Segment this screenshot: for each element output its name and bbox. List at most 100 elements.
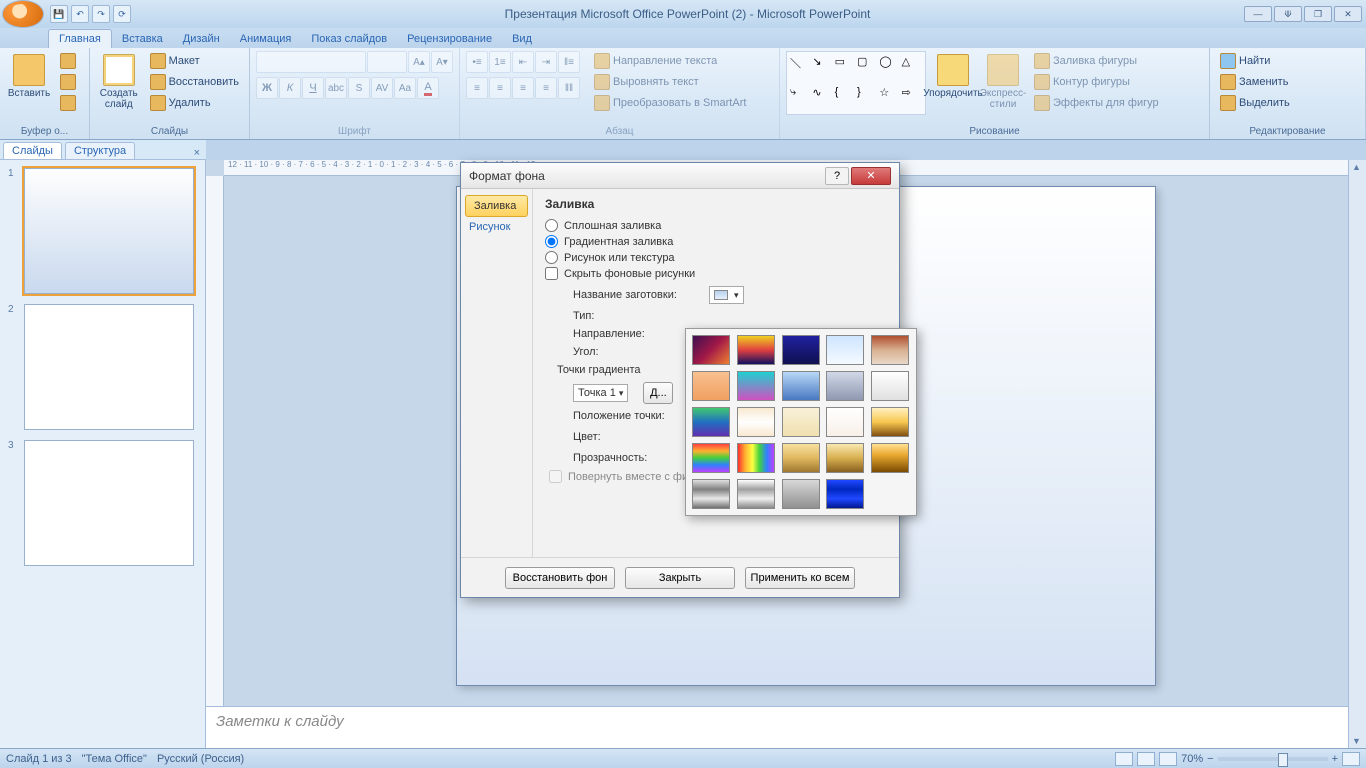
zoom-level[interactable]: 70%: [1181, 753, 1203, 765]
vertical-scrollbar[interactable]: [1348, 160, 1366, 748]
underline-button[interactable]: Ч: [302, 77, 324, 99]
gradient-preset-11[interactable]: [692, 407, 730, 437]
gradient-preset-13[interactable]: [782, 407, 820, 437]
gradient-preset-12[interactable]: [737, 407, 775, 437]
line-spacing-button[interactable]: ‖≡: [558, 51, 580, 73]
preset-dropdown[interactable]: [709, 286, 744, 304]
shrink-font-button[interactable]: A▾: [431, 51, 453, 73]
select-button[interactable]: Выделить: [1216, 93, 1294, 113]
gradient-preset-24[interactable]: [826, 479, 864, 509]
columns-button[interactable]: ‖‖: [558, 77, 580, 99]
new-slide-button[interactable]: Создать слайд: [96, 51, 142, 119]
opt-solid-radio[interactable]: [545, 219, 558, 232]
slide-thumbnail-2[interactable]: [24, 304, 194, 430]
align-center-button[interactable]: ≡: [489, 77, 511, 99]
tab-insert[interactable]: Вставка: [112, 30, 173, 48]
slide-thumbnail-3[interactable]: [24, 440, 194, 566]
shape-outline-button[interactable]: Контур фигуры: [1030, 72, 1163, 92]
gradient-preset-9[interactable]: [826, 371, 864, 401]
gradient-preset-15[interactable]: [871, 407, 909, 437]
shape-fill-button[interactable]: Заливка фигуры: [1030, 51, 1163, 71]
font-family-dd[interactable]: [256, 51, 366, 73]
tab-view[interactable]: Вид: [502, 30, 542, 48]
opt-hide-checkbox[interactable]: [545, 267, 558, 280]
dialog-help-button[interactable]: ?: [825, 167, 849, 185]
arrange-button[interactable]: Упорядочить: [930, 51, 976, 119]
gradient-preset-10[interactable]: [871, 371, 909, 401]
status-language[interactable]: Русский (Россия): [157, 753, 244, 765]
reset-bg-button[interactable]: Восстановить фон: [505, 567, 615, 589]
panel-close-icon[interactable]: ×: [194, 147, 200, 159]
zoom-in-button[interactable]: +: [1332, 753, 1338, 765]
smartart-button[interactable]: Преобразовать в SmartArt: [590, 93, 750, 113]
dialog-titlebar[interactable]: Формат фона ? ✕: [461, 163, 899, 189]
notes-pane[interactable]: Заметки к слайду: [206, 706, 1348, 748]
panel-tab-slides[interactable]: Слайды: [3, 142, 62, 159]
char-spacing-button[interactable]: AV: [371, 77, 393, 99]
qat-undo-icon[interactable]: ↶: [71, 5, 89, 23]
cut-button[interactable]: [56, 51, 80, 71]
strike-button[interactable]: abc: [325, 77, 347, 99]
gradient-preset-18[interactable]: [782, 443, 820, 473]
justify-button[interactable]: ≡: [535, 77, 557, 99]
gradient-preset-23[interactable]: [782, 479, 820, 509]
dialog-close-button[interactable]: ✕: [851, 167, 891, 185]
reset-button[interactable]: Восстановить: [146, 72, 243, 92]
shadow-button[interactable]: S: [348, 77, 370, 99]
delete-button[interactable]: Удалить: [146, 93, 243, 113]
paste-button[interactable]: Вставить: [6, 51, 52, 119]
gradient-preset-16[interactable]: [692, 443, 730, 473]
gradient-preset-8[interactable]: [782, 371, 820, 401]
gradient-preset-19[interactable]: [826, 443, 864, 473]
gradient-preset-20[interactable]: [871, 443, 909, 473]
opt-gradient-radio[interactable]: [545, 235, 558, 248]
stop-dropdown[interactable]: Точка 1: [573, 384, 628, 402]
close-dialog-button[interactable]: Закрыть: [625, 567, 735, 589]
bullets-button[interactable]: •≡: [466, 51, 488, 73]
bold-button[interactable]: Ж: [256, 77, 278, 99]
close-button[interactable]: ✕: [1334, 6, 1362, 22]
copy-button[interactable]: [56, 72, 80, 92]
gradient-preset-22[interactable]: [737, 479, 775, 509]
align-left-button[interactable]: ≡: [466, 77, 488, 99]
indent-dec-button[interactable]: ⇤: [512, 51, 534, 73]
gradient-preset-5[interactable]: [871, 335, 909, 365]
dialog-tab-fill[interactable]: Заливка: [465, 195, 528, 217]
gradient-preset-2[interactable]: [737, 335, 775, 365]
gradient-preset-4[interactable]: [826, 335, 864, 365]
gradient-preset-6[interactable]: [692, 371, 730, 401]
office-button[interactable]: [2, 0, 44, 28]
view-slideshow-button[interactable]: [1159, 752, 1177, 766]
italic-button[interactable]: К: [279, 77, 301, 99]
change-case-button[interactable]: Aa: [394, 77, 416, 99]
align-text-button[interactable]: Выровнять текст: [590, 72, 750, 92]
indent-inc-button[interactable]: ⇥: [535, 51, 557, 73]
slide-thumbnail-1[interactable]: [24, 168, 194, 294]
add-stop-button[interactable]: Д...: [643, 382, 673, 404]
find-button[interactable]: Найти: [1216, 51, 1294, 71]
text-direction-button[interactable]: Направление текста: [590, 51, 750, 71]
shapes-gallery[interactable]: ＼↘▭▢◯△ ⤷∿{}☆⇨: [786, 51, 926, 115]
layout-button[interactable]: Макет: [146, 51, 243, 71]
gradient-preset-17[interactable]: [737, 443, 775, 473]
tab-home[interactable]: Главная: [48, 29, 112, 48]
gradient-preset-21[interactable]: [692, 479, 730, 509]
font-color-button[interactable]: A: [417, 77, 439, 99]
qat-redo-icon[interactable]: ↷: [92, 5, 110, 23]
apply-all-button[interactable]: Применить ко всем: [745, 567, 855, 589]
tab-animation[interactable]: Анимация: [230, 30, 302, 48]
gradient-preset-1[interactable]: [692, 335, 730, 365]
tab-design[interactable]: Дизайн: [173, 30, 230, 48]
numbering-button[interactable]: 1≡: [489, 51, 511, 73]
tab-slideshow[interactable]: Показ слайдов: [301, 30, 397, 48]
gradient-preset-3[interactable]: [782, 335, 820, 365]
align-right-button[interactable]: ≡: [512, 77, 534, 99]
gradient-preset-14[interactable]: [826, 407, 864, 437]
qat-repeat-icon[interactable]: ⟳: [113, 5, 131, 23]
opt-picture-radio[interactable]: [545, 251, 558, 264]
minimize-button[interactable]: —: [1244, 6, 1272, 22]
dialog-tab-picture[interactable]: Рисунок: [461, 217, 532, 237]
gradient-preset-7[interactable]: [737, 371, 775, 401]
replace-button[interactable]: Заменить: [1216, 72, 1294, 92]
grow-font-button[interactable]: A▴: [408, 51, 430, 73]
